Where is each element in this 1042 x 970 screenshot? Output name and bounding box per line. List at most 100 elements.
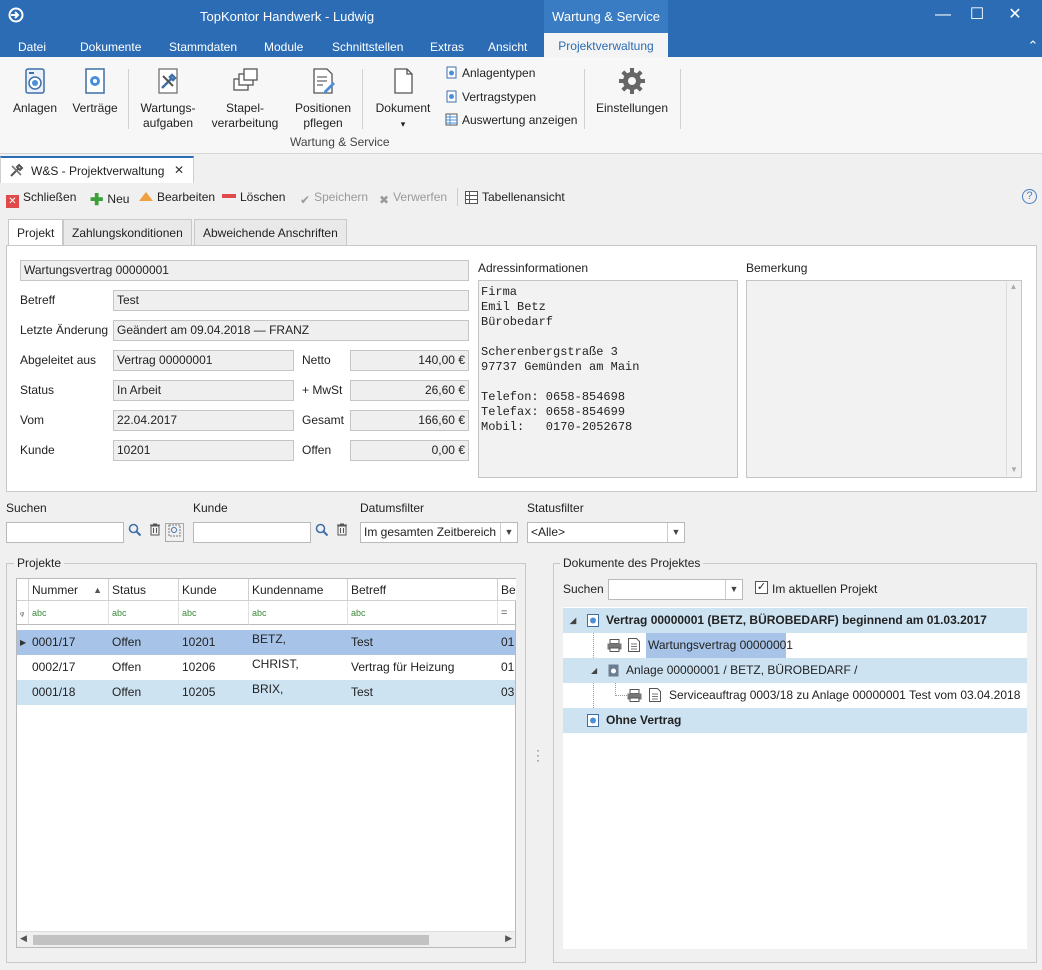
advanced-search-icon[interactable] <box>165 523 184 542</box>
gesamt-field[interactable]: 166,60 € <box>350 410 469 431</box>
chevron-down-icon[interactable]: ▼ <box>725 580 742 599</box>
horizontal-scrollbar[interactable]: ◀ ▶ <box>17 931 515 947</box>
scrollbar-thumb[interactable] <box>33 935 429 945</box>
dokumente-suchen-label: Suchen <box>563 582 604 596</box>
tree-node-ohne-vertrag[interactable]: Ohne Vertrag <box>563 708 1027 733</box>
trash-icon[interactable] <box>145 523 164 542</box>
filter-cell-betreff[interactable]: abc <box>348 601 498 625</box>
kunde-search-icon[interactable] <box>312 523 331 542</box>
splitter-handle-icon[interactable]: · · · <box>536 744 540 766</box>
menu-extras[interactable]: Extras <box>430 40 464 54</box>
status-field[interactable]: In Arbeit <box>113 380 294 401</box>
scroll-right-icon[interactable]: ▶ <box>505 933 512 944</box>
abgeleitet-aus-field[interactable]: Vertrag 00000001 <box>113 350 294 371</box>
kunde-filter-input[interactable] <box>193 522 311 543</box>
tab-projekt[interactable]: Projekt <box>8 219 64 246</box>
bemerkung-scrollbar[interactable]: ▲ ▼ <box>1006 282 1020 476</box>
tree-node-serviceauftrag[interactable]: Serviceauftrag 0003/18 zu Anlage 0000000… <box>563 683 1027 708</box>
tree-node-anlage[interactable]: ◢ Anlage 00000001 / BETZ, BÜROBEDARF / <box>563 658 1027 683</box>
cell-nummer: 0001/17 <box>32 635 76 649</box>
menu-datei[interactable]: Datei <box>18 40 46 54</box>
offen-label: Offen <box>302 443 332 457</box>
offen-field[interactable]: 0,00 € <box>350 440 469 461</box>
search-icon[interactable] <box>125 523 144 542</box>
minimize-button[interactable]: — <box>928 4 958 26</box>
wartungsaufgaben-button[interactable]: Wartungs- aufgaben <box>135 66 201 131</box>
tab-abweichende-anschriften[interactable]: Abweichende Anschriften <box>194 219 347 245</box>
speichern-button[interactable]: ✔ Speichern <box>300 190 368 207</box>
collapse-ribbon-icon[interactable]: ⌃ <box>1018 35 1042 57</box>
table-row[interactable]: 0001/18 Offen 10205 BRIX, Test 03. <box>17 680 515 705</box>
table-icon <box>465 191 478 204</box>
im-aktuellen-projekt-checkbox[interactable]: ✓ <box>755 581 768 594</box>
search-input[interactable] <box>6 522 124 543</box>
collapse-arrow-icon[interactable]: ◢ <box>570 608 576 633</box>
einstellungen-button[interactable]: Einstellungen <box>592 66 672 116</box>
collapse-arrow-icon[interactable]: ◢ <box>591 658 597 683</box>
kunde-trash-icon[interactable] <box>332 523 351 542</box>
dokumente-search-select[interactable]: ▼ <box>608 579 743 600</box>
filter-cell-be[interactable]: = <box>498 601 516 625</box>
menu-module[interactable]: Module <box>264 40 303 54</box>
scroll-left-icon[interactable]: ◀ <box>20 933 27 944</box>
menu-projektverwaltung[interactable]: Projektverwaltung <box>544 33 668 57</box>
chevron-down-icon[interactable]: ▼ <box>500 523 517 542</box>
neu-button[interactable]: ✚ Neu <box>90 190 129 210</box>
menu-ansicht[interactable]: Ansicht <box>488 40 527 54</box>
verwerfen-button[interactable]: ✖ Verwerfen <box>379 190 447 207</box>
dokumente-tree[interactable]: ◢ Vertrag 00000001 (BETZ, BÜROBEDARF) be… <box>563 607 1027 949</box>
document-tab-close-icon[interactable]: ✕ <box>174 163 184 177</box>
help-icon[interactable]: ? <box>1022 189 1037 204</box>
table-row[interactable]: ▶ 0001/17 Offen 10201 BETZ, Test 01. <box>17 630 515 655</box>
column-header-status[interactable]: Status <box>109 579 179 601</box>
column-header-be[interactable]: Be <box>498 579 516 601</box>
filter-cell-kunde[interactable]: abc <box>179 601 249 625</box>
positionen-pflegen-button[interactable]: Positionen pflegen <box>290 66 356 131</box>
stapelverarbeitung-button[interactable]: Stapel- verarbeitung <box>206 66 284 131</box>
kunde-field[interactable]: 10201 <box>113 440 294 461</box>
tree-node-vertrag[interactable]: ◢ Vertrag 00000001 (BETZ, BÜROBEDARF) be… <box>563 608 1027 633</box>
column-header-betreff[interactable]: Betreff <box>348 579 498 601</box>
menu-dokumente[interactable]: Dokumente <box>80 40 141 54</box>
close-button[interactable]: ✕ <box>1000 4 1030 26</box>
maximize-button[interactable]: ☐ <box>962 4 992 26</box>
bearbeiten-button[interactable]: Bearbeiten <box>139 190 215 204</box>
project-title-field[interactable]: Wartungsvertrag 00000001 <box>20 260 469 281</box>
loeschen-button[interactable]: Löschen <box>222 190 285 204</box>
column-header-kundenname[interactable]: Kundenname <box>249 579 348 601</box>
adressinformationen-box[interactable]: Firma Emil Betz Bürobedarf Scherenbergst… <box>478 280 738 478</box>
menu-schnittstellen[interactable]: Schnittstellen <box>332 40 403 54</box>
tree-node-wartungsvertrag[interactable]: Wartungsvertrag 00000001 <box>563 633 1027 658</box>
tree-node-label: Wartungsvertrag 00000001 <box>646 633 793 658</box>
tab-zahlungskonditionen[interactable]: Zahlungskonditionen <box>63 219 192 245</box>
mwst-field[interactable]: 26,60 € <box>350 380 469 401</box>
document-tab[interactable]: W&S - Projektverwaltung ✕ <box>0 156 194 183</box>
projekte-grid[interactable]: Nummer ▲ Status Kunde Kundenname Betreff … <box>16 578 516 948</box>
auswertung-anzeigen-button[interactable]: Auswertung anzeigen <box>445 113 577 127</box>
statusfilter-select[interactable]: <Alle> ▼ <box>527 522 685 543</box>
vertragstypen-button[interactable]: Vertragstypen <box>445 90 536 104</box>
column-header-nummer[interactable]: Nummer ▲ <box>29 579 109 601</box>
bemerkung-textarea[interactable]: ▲ ▼ <box>746 280 1022 478</box>
bemerkung-label: Bemerkung <box>746 261 808 275</box>
letzte-aenderung-field[interactable]: Geändert am 09.04.2018 — FRANZ <box>113 320 469 341</box>
tabellenansicht-button[interactable]: Tabellenansicht <box>465 190 565 204</box>
anlagentypen-button[interactable]: Anlagentypen <box>445 66 535 80</box>
table-row[interactable]: 0002/17 Offen 10206 CHRIST, Vertrag für … <box>17 655 515 680</box>
datumsfilter-select[interactable]: Im gesamten Zeitbereich ▼ <box>360 522 518 543</box>
menu-stammdaten[interactable]: Stammdaten <box>169 40 237 54</box>
netto-field[interactable]: 140,00 € <box>350 350 469 371</box>
filter-cell-kundenname[interactable]: abc <box>249 601 348 625</box>
dokument-button[interactable]: Dokument ▾ <box>370 66 436 132</box>
betreff-field[interactable]: Test <box>113 290 469 311</box>
column-header-kunde[interactable]: Kunde <box>179 579 249 601</box>
vom-field[interactable]: 22.04.2017 <box>113 410 294 431</box>
chevron-down-icon[interactable]: ▼ <box>667 523 684 542</box>
app-logo-icon[interactable] <box>8 7 24 23</box>
schliessen-button[interactable]: ✕ Schließen <box>6 190 76 208</box>
cell-kunde: 10205 <box>182 685 216 699</box>
vertraege-button[interactable]: Verträge <box>70 66 120 116</box>
filter-cell-nummer[interactable]: abc <box>29 601 109 625</box>
filter-cell-status[interactable]: abc <box>109 601 179 625</box>
anlagen-button[interactable]: Anlagen <box>10 66 60 116</box>
